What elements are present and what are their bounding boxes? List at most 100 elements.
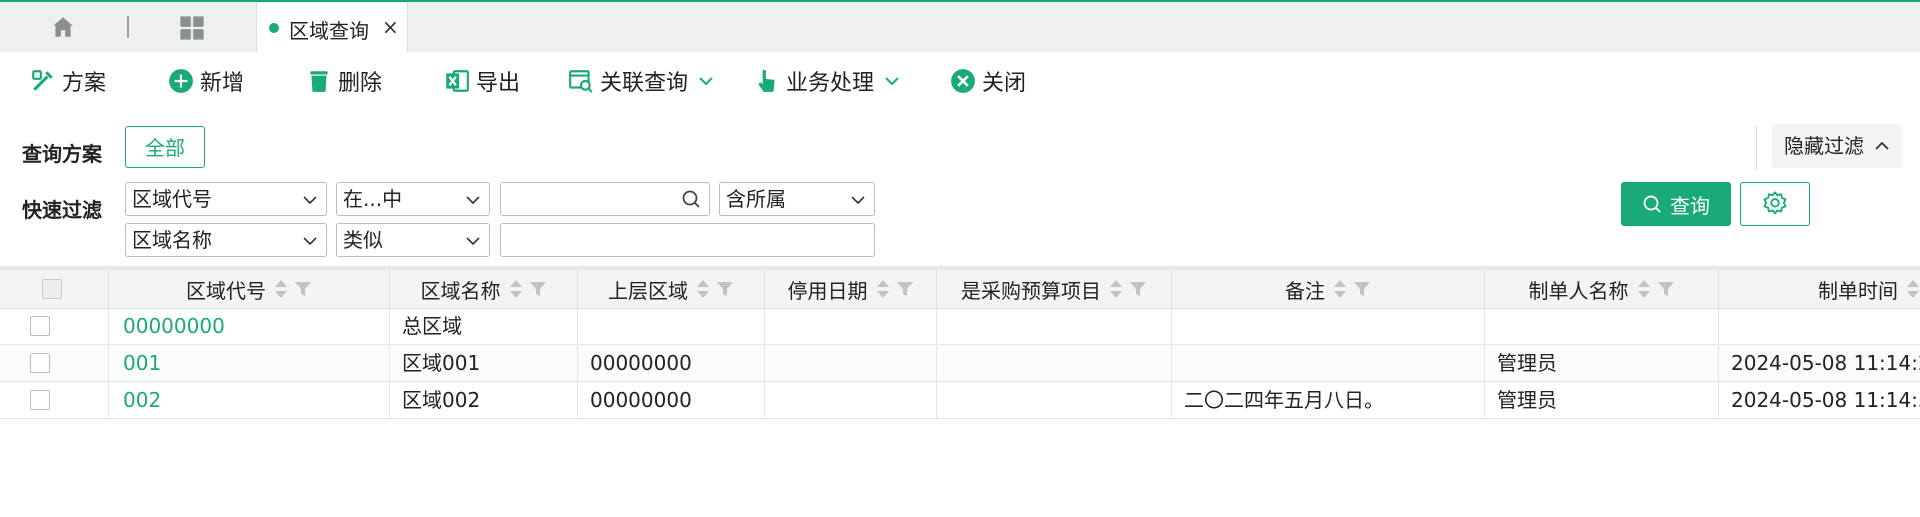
close-label: 关闭	[982, 71, 1027, 96]
select-all-checkbox[interactable]	[42, 279, 62, 299]
divider	[1756, 126, 1757, 170]
cell-note	[1172, 308, 1485, 345]
export-label: 导出	[476, 71, 521, 96]
cell-name: 总区域	[390, 308, 578, 345]
input-value	[501, 228, 507, 252]
cell-creator	[1485, 308, 1719, 345]
row-checkbox[interactable]	[30, 316, 50, 336]
cell-parent	[578, 308, 765, 345]
data-table: 区域代号 区域名称 上层区域 停用日期 是采购预算项目 备注 制单人名称 制单时…	[0, 266, 1920, 517]
sort-icon[interactable]	[1109, 278, 1123, 300]
filter-icon[interactable]	[1657, 280, 1675, 298]
filter-icon[interactable]	[294, 280, 312, 298]
table-row[interactable]: 001 区域001 00000000 管理员 2024-05-08 11:14:…	[0, 345, 1920, 382]
filter-operator-select-2[interactable]: 类似	[336, 223, 490, 257]
filter-icon[interactable]	[529, 280, 547, 298]
add-button[interactable]: 新增	[168, 66, 244, 96]
cell-disabled-date	[765, 345, 937, 382]
delete-button[interactable]: 删除	[306, 66, 382, 96]
column-header-budget-item[interactable]: 是采购预算项目	[937, 270, 1172, 308]
filter-icon[interactable]	[1129, 280, 1147, 298]
column-label: 制单人名称	[1528, 278, 1629, 303]
filter-value-input-2[interactable]	[500, 223, 875, 257]
column-header-note[interactable]: 备注	[1172, 270, 1485, 308]
hide-filter-button[interactable]: 隐藏过滤	[1772, 124, 1902, 168]
cell-code-link[interactable]: 001	[109, 345, 390, 382]
tab-active-dot	[269, 23, 279, 33]
excel-icon	[446, 70, 469, 92]
filter-icon[interactable]	[896, 280, 914, 298]
row-checkbox[interactable]	[30, 353, 50, 373]
filter-value-input-1[interactable]	[500, 182, 710, 216]
sort-icon[interactable]	[1333, 278, 1347, 300]
add-icon	[169, 69, 193, 93]
trash-icon	[310, 71, 328, 92]
tab-close-icon[interactable]: ×	[382, 15, 399, 39]
column-header-name[interactable]: 区域名称	[390, 270, 578, 308]
column-label: 是采购预算项目	[961, 278, 1101, 303]
sort-icon[interactable]	[1637, 278, 1651, 300]
scheme-label: 方案	[62, 71, 107, 96]
table-row[interactable]: 00000000 总区域	[0, 308, 1920, 345]
column-label: 停用日期	[787, 278, 868, 303]
scheme-all-button[interactable]: 全部	[125, 126, 205, 168]
sort-icon[interactable]	[274, 278, 288, 300]
cell-parent: 00000000	[578, 345, 765, 382]
column-header-creator[interactable]: 制单人名称	[1485, 270, 1719, 308]
filter-field-select-2[interactable]: 区域名称	[125, 223, 327, 257]
filter-icon[interactable]	[1353, 280, 1371, 298]
business-process-button[interactable]: 业务处理	[754, 66, 900, 96]
column-header-created-time[interactable]: 制单时间	[1719, 270, 1920, 308]
row-checkbox[interactable]	[30, 390, 50, 410]
filter-icon[interactable]	[716, 280, 734, 298]
cell-code-link[interactable]: 002	[109, 382, 390, 419]
select-value: 区域名称	[132, 228, 212, 252]
cell-budget-item	[937, 345, 1172, 382]
cell-disabled-date	[765, 308, 937, 345]
sort-icon[interactable]	[696, 278, 710, 300]
delete-label: 删除	[338, 71, 383, 96]
sort-icon[interactable]	[1906, 278, 1920, 300]
tab-bar: 区域查询 ×	[0, 0, 1920, 54]
hand-pointer-icon	[758, 70, 775, 92]
column-header-code[interactable]: 区域代号	[109, 270, 390, 308]
related-query-icon	[569, 70, 593, 93]
related-query-button[interactable]: 关联查询	[568, 66, 714, 96]
add-label: 新增	[200, 71, 245, 96]
cell-created-time: 2024-05-08 11:14:2	[1731, 351, 1920, 375]
close-button[interactable]: 关闭	[950, 66, 1026, 96]
filter-field-select-1[interactable]: 区域代号	[125, 182, 327, 216]
filter-scope-select[interactable]: 含所属	[719, 182, 875, 216]
chevron-down-icon	[699, 77, 713, 86]
sort-icon[interactable]	[876, 278, 890, 300]
settings-button[interactable]	[1740, 182, 1810, 226]
scheme-button[interactable]: 方案	[30, 66, 106, 96]
filter-operator-select-1[interactable]: 在...中	[336, 182, 490, 216]
select-all-cell	[0, 270, 109, 308]
query-button[interactable]: 查询	[1621, 182, 1731, 226]
query-scheme-label: 查询方案	[22, 142, 102, 166]
home-icon[interactable]	[50, 14, 76, 40]
select-value: 类似	[343, 228, 383, 252]
table-header: 区域代号 区域名称 上层区域 停用日期 是采购预算项目 备注 制单人名称 制单时…	[0, 270, 1920, 309]
sort-icon[interactable]	[509, 278, 523, 300]
chevron-down-icon	[885, 77, 899, 86]
column-label: 制单时间	[1818, 278, 1898, 303]
search-icon[interactable]	[681, 189, 701, 209]
filter-panel: 查询方案 全部 隐藏过滤 快速过滤 区域代号 在...中 含所属 区域名称 类似	[0, 110, 1920, 266]
cell-budget-item	[937, 308, 1172, 345]
input-value	[501, 187, 507, 211]
table-row[interactable]: 002 区域002 00000000 二〇二四年五月八日。 管理员 2024-0…	[0, 382, 1920, 419]
tab-region-query[interactable]: 区域查询 ×	[256, 2, 408, 54]
cell-note: 二〇二四年五月八日。	[1172, 382, 1485, 419]
business-process-label: 业务处理	[786, 71, 875, 96]
chevron-down-icon	[466, 237, 480, 246]
export-button[interactable]: 导出	[444, 66, 520, 96]
column-header-disabled-date[interactable]: 停用日期	[765, 270, 937, 308]
cell-creator: 管理员	[1485, 345, 1719, 382]
cell-code-link[interactable]: 00000000	[109, 308, 390, 345]
grid-icon[interactable]	[178, 14, 206, 42]
select-value: 含所属	[726, 187, 786, 211]
column-header-parent[interactable]: 上层区域	[578, 270, 765, 308]
cell-disabled-date	[765, 382, 937, 419]
